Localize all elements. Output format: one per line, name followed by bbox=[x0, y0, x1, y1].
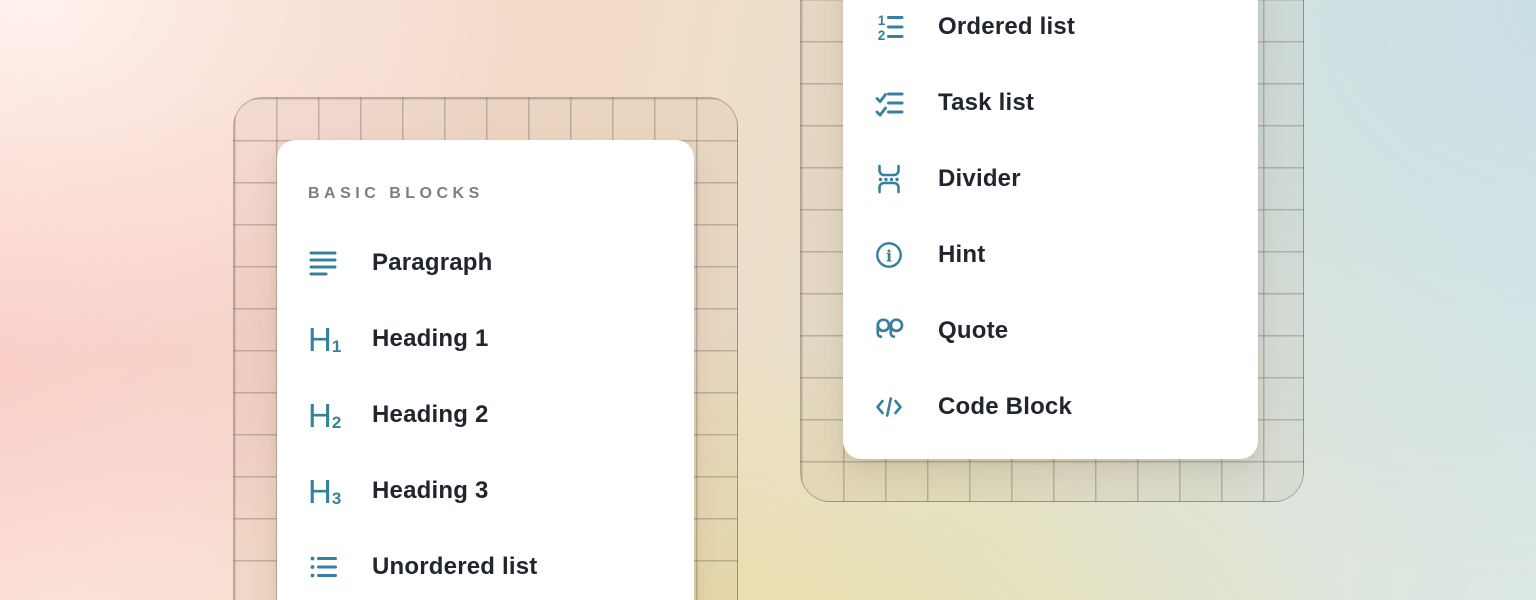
section-label-basic-blocks: BASIC BLOCKS bbox=[308, 186, 694, 201]
menu-item-heading-1[interactable]: H 1 Heading 1 bbox=[277, 301, 694, 377]
hint-icon: i bbox=[874, 240, 904, 270]
menu-item-label: Hint bbox=[938, 241, 985, 269]
menu-item-heading-2[interactable]: H 2 Heading 2 bbox=[277, 377, 694, 453]
menu-item-divider[interactable]: Divider bbox=[843, 141, 1258, 217]
menu-item-paragraph[interactable]: Paragraph bbox=[277, 225, 694, 301]
heading-icon-letter: H bbox=[308, 401, 331, 430]
heading-3-icon: H 3 bbox=[308, 476, 338, 506]
menu-item-label: Ordered list bbox=[938, 13, 1075, 41]
heading-1-icon: H 1 bbox=[308, 324, 338, 354]
heading-2-icon: H 2 bbox=[308, 400, 338, 430]
paragraph-icon bbox=[308, 248, 338, 278]
unordered-list-icon bbox=[308, 552, 338, 582]
quote-icon bbox=[874, 316, 904, 346]
heading-icon-letter: H bbox=[308, 477, 331, 506]
divider-icon bbox=[874, 164, 904, 194]
menu-item-unordered-list[interactable]: Unordered list bbox=[277, 529, 694, 600]
menu-item-hint[interactable]: i Hint bbox=[843, 217, 1258, 293]
heading-icon-digit: 1 bbox=[332, 338, 341, 355]
ordered-list-digit: 2 bbox=[878, 28, 886, 42]
menu-item-label: Code Block bbox=[938, 393, 1072, 421]
menu-item-label: Task list bbox=[938, 89, 1034, 117]
menu-item-label: Divider bbox=[938, 165, 1021, 193]
menu-item-label: Heading 1 bbox=[372, 325, 489, 353]
menu-item-task-list[interactable]: Task list bbox=[843, 65, 1258, 141]
menu-item-quote[interactable]: Quote bbox=[843, 293, 1258, 369]
blocks-item-list: 1 2 Ordered list Task list bbox=[843, 0, 1258, 445]
heading-icon-digit: 3 bbox=[332, 490, 341, 507]
heading-icon-letter: H bbox=[308, 325, 331, 354]
menu-item-label: Paragraph bbox=[372, 249, 493, 277]
menu-item-heading-3[interactable]: H 3 Heading 3 bbox=[277, 453, 694, 529]
menu-item-label: Unordered list bbox=[372, 553, 538, 581]
menu-item-label: Heading 3 bbox=[372, 477, 489, 505]
task-list-icon bbox=[874, 88, 904, 118]
menu-item-code-block[interactable]: Code Block bbox=[843, 369, 1258, 445]
hint-glyph: i bbox=[886, 247, 892, 266]
heading-icon-digit: 2 bbox=[332, 414, 341, 431]
code-block-icon bbox=[874, 392, 904, 422]
menu-item-ordered-list[interactable]: 1 2 Ordered list bbox=[843, 0, 1258, 65]
ordered-list-digit: 1 bbox=[878, 13, 886, 28]
menu-item-label: Heading 2 bbox=[372, 401, 489, 429]
blocks-menu: 1 2 Ordered list Task list bbox=[843, 0, 1258, 459]
basic-blocks-menu: BASIC BLOCKS Paragraph H 1 Heading 1 H 2… bbox=[277, 140, 694, 600]
basic-blocks-item-list: Paragraph H 1 Heading 1 H 2 Heading 2 H … bbox=[277, 225, 694, 600]
ordered-list-icon: 1 2 bbox=[874, 12, 904, 42]
menu-item-label: Quote bbox=[938, 317, 1008, 345]
